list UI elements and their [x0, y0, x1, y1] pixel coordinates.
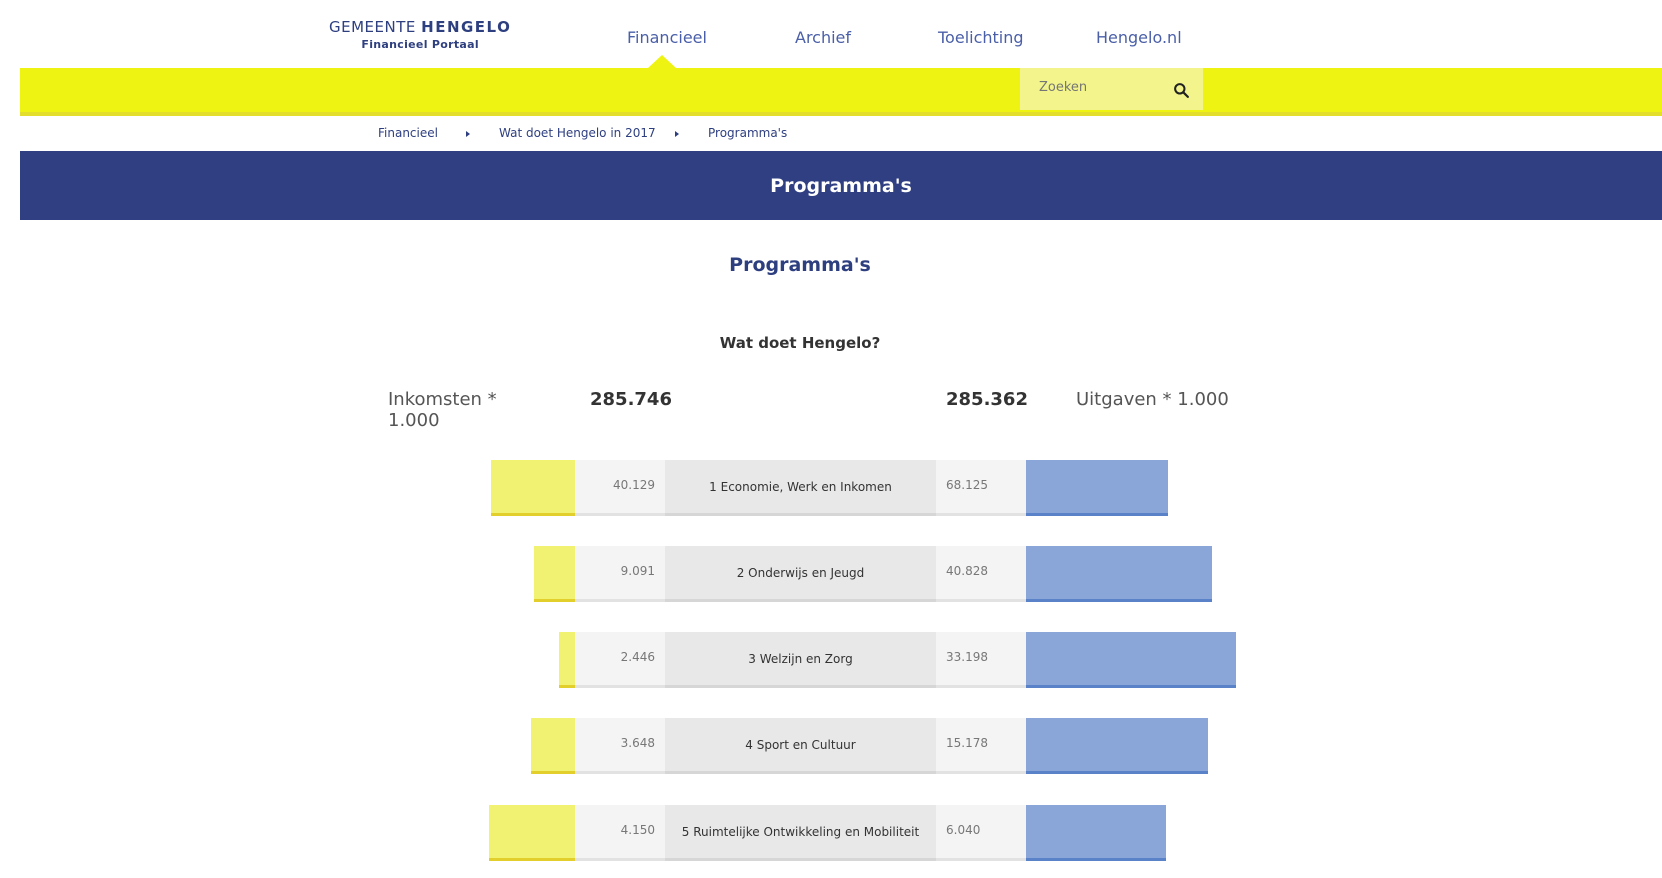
expense-bar	[1026, 805, 1166, 861]
program-name: 5 Ruimtelijke Ontwikkeling en Mobiliteit	[681, 824, 920, 839]
income-value: 9.091	[620, 564, 655, 578]
income-value: 2.446	[620, 650, 655, 664]
banner-title: Programma's	[770, 174, 912, 197]
breadcrumb-separator-icon	[675, 131, 679, 137]
program-name-cell[interactable]: 4 Sport en Cultuur	[665, 718, 936, 774]
income-value-cell: 9.091	[575, 546, 665, 602]
expense-total: 285.362	[946, 389, 1028, 410]
expense-bar	[1026, 632, 1236, 688]
expense-value: 15.178	[946, 736, 988, 750]
income-value-cell: 40.129	[575, 460, 665, 516]
program-name-cell[interactable]: 5 Ruimtelijke Ontwikkeling en Mobiliteit	[665, 805, 936, 861]
income-label: Inkomsten * 1.000	[388, 389, 497, 431]
program-row[interactable]: 4.150 5 Ruimtelijke Ontwikkeling en Mobi…	[20, 805, 1662, 861]
expense-value: 6.040	[946, 823, 981, 837]
expense-value-cell: 33.198	[936, 632, 1026, 688]
search-input[interactable]	[1039, 80, 1159, 95]
program-row[interactable]: 9.091 2 Onderwijs en Jeugd 40.828	[20, 546, 1662, 602]
income-value: 40.129	[613, 478, 655, 492]
expense-bar	[1026, 460, 1168, 516]
income-value-cell: 4.150	[575, 805, 665, 861]
expense-value: 68.125	[946, 478, 988, 492]
program-name-cell[interactable]: 3 Welzijn en Zorg	[665, 632, 936, 688]
income-bar	[559, 632, 575, 688]
breadcrumb-wat-doet-hengelo[interactable]: Wat doet Hengelo in 2017	[499, 126, 656, 140]
income-value-cell: 3.648	[575, 718, 665, 774]
expense-value: 33.198	[946, 650, 988, 664]
logo-text-gemeente: GEMEENTE	[329, 18, 416, 36]
expense-label: Uitgaven * 1.000	[1076, 389, 1229, 410]
program-name: 3 Welzijn en Zorg	[748, 651, 853, 666]
logo-text-hengelo: HENGELO	[421, 18, 512, 36]
income-bar	[489, 805, 575, 861]
page: GEMEENTE HENGELO Financieel Portaal Fina…	[20, 0, 1662, 878]
search-icon[interactable]	[1173, 82, 1190, 99]
program-name: 1 Economie, Werk en Inkomen	[709, 479, 892, 494]
income-value-cell: 2.446	[575, 632, 665, 688]
expense-value-cell: 15.178	[936, 718, 1026, 774]
expense-value-cell: 68.125	[936, 460, 1026, 516]
page-banner: Programma's	[20, 151, 1662, 220]
nav-toelichting[interactable]: Toelichting	[938, 28, 1024, 47]
section-title: Programma's	[729, 254, 871, 276]
search-box[interactable]	[1020, 68, 1203, 110]
expense-value-cell: 40.828	[936, 546, 1026, 602]
program-row[interactable]: 40.129 1 Economie, Werk en Inkomen 68.12…	[20, 460, 1662, 516]
active-nav-caret-icon	[648, 55, 676, 68]
nav-financieel[interactable]: Financieel	[627, 28, 707, 47]
program-row[interactable]: 3.648 4 Sport en Cultuur 15.178	[20, 718, 1662, 774]
expense-value-cell: 6.040	[936, 805, 1026, 861]
income-bar	[491, 460, 575, 516]
program-name-cell[interactable]: 2 Onderwijs en Jeugd	[665, 546, 936, 602]
program-row[interactable]: 2.446 3 Welzijn en Zorg 33.198	[20, 632, 1662, 688]
income-bar	[534, 546, 575, 602]
chart-heading: Wat doet Hengelo?	[719, 334, 881, 352]
nav-archief[interactable]: Archief	[795, 28, 851, 47]
program-name-cell[interactable]: 1 Economie, Werk en Inkomen	[665, 460, 936, 516]
yellow-toolbar	[20, 68, 1662, 116]
logo-subtitle: Financieel Portaal	[361, 38, 479, 51]
income-value: 4.150	[620, 823, 655, 837]
income-bar	[531, 718, 575, 774]
breadcrumb-separator-icon	[466, 131, 470, 137]
income-total: 285.746	[590, 389, 672, 410]
program-name: 4 Sport en Cultuur	[745, 737, 856, 752]
breadcrumb-financieel[interactable]: Financieel	[378, 126, 438, 140]
nav-hengelo-nl[interactable]: Hengelo.nl	[1096, 28, 1182, 47]
site-logo[interactable]: GEMEENTE HENGELO Financieel Portaal	[329, 18, 511, 51]
income-value: 3.648	[620, 736, 655, 750]
expense-bar	[1026, 718, 1208, 774]
expense-value: 40.828	[946, 564, 988, 578]
program-name: 2 Onderwijs en Jeugd	[736, 565, 865, 580]
expense-bar	[1026, 546, 1212, 602]
breadcrumb-programmas[interactable]: Programma's	[708, 126, 787, 140]
